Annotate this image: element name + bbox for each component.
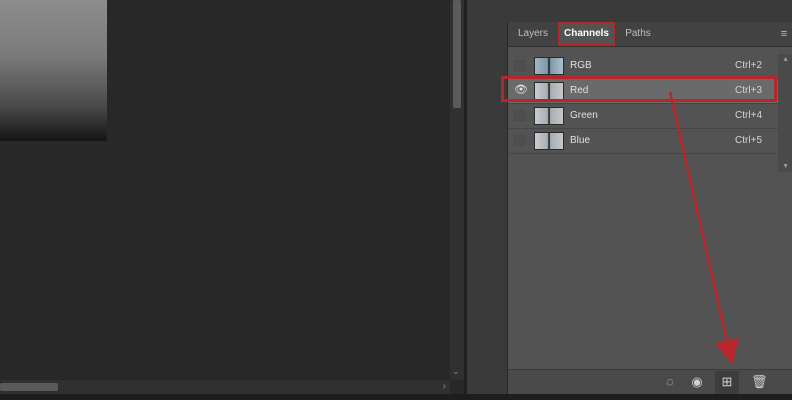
canvas-horizontal-scrollbar[interactable]: › xyxy=(0,380,450,394)
panel-tab-bar: Layers Channels Paths ≡ xyxy=(508,22,792,47)
tab-layers[interactable]: Layers xyxy=(510,22,556,46)
new-channel-button[interactable]: ⊞ xyxy=(715,371,739,394)
panel-dock-strip xyxy=(467,0,507,396)
document-canvas[interactable] xyxy=(0,0,450,380)
channel-shortcut: Ctrl+4 xyxy=(735,110,762,121)
panel-menu-icon[interactable]: ≡ xyxy=(779,28,789,40)
channel-thumbnail xyxy=(534,132,564,150)
scroll-down-icon[interactable]: ▼ xyxy=(782,163,789,170)
load-selection-icon[interactable]: ◌ xyxy=(662,374,678,390)
tab-paths[interactable]: Paths xyxy=(617,22,659,46)
canvas-image xyxy=(0,0,107,141)
channel-name: Blue xyxy=(570,135,591,146)
channel-list: RGB Ctrl+2 👁 Red Ctrl+3 Green Ctrl+4 Blu… xyxy=(501,54,778,154)
delete-channel-icon[interactable]: 🗑 xyxy=(751,374,768,390)
channel-name: Green xyxy=(570,110,598,121)
channel-name: RGB xyxy=(570,60,592,71)
vertical-scroll-thumb[interactable] xyxy=(453,0,461,108)
channel-row-blue[interactable]: Blue Ctrl+5 xyxy=(508,129,778,154)
channels-panel: Layers Channels Paths ≡ RGB Ctrl+2 👁 Red… xyxy=(501,22,792,396)
save-selection-icon[interactable]: ◉ xyxy=(689,374,705,390)
visibility-toggle[interactable] xyxy=(514,110,525,121)
visibility-toggle[interactable] xyxy=(514,60,525,71)
panel-bottom-toolbar: ◌ ◉ ⊞ 🗑 xyxy=(508,369,792,396)
red-channel-highlight xyxy=(501,76,777,102)
visibility-toggle[interactable] xyxy=(514,135,525,146)
channel-thumbnail xyxy=(534,107,564,125)
channel-thumbnail xyxy=(534,57,564,75)
horizontal-scroll-thumb[interactable] xyxy=(0,383,58,391)
panel-header-strip xyxy=(507,0,792,22)
channels-tab-highlight xyxy=(558,22,615,46)
scroll-right-arrow-icon[interactable]: › xyxy=(443,380,446,394)
scroll-up-icon[interactable]: ▲ xyxy=(782,56,789,63)
bottom-status-bar xyxy=(0,394,792,400)
channel-shortcut: Ctrl+5 xyxy=(735,135,762,146)
scroll-down-arrow-icon[interactable]: ⌄ xyxy=(452,366,460,377)
channel-shortcut: Ctrl+2 xyxy=(735,60,762,71)
channel-row-green[interactable]: Green Ctrl+4 xyxy=(508,104,778,129)
panel-scrollbar[interactable]: ▲ ▼ xyxy=(778,54,792,172)
canvas-vertical-scrollbar[interactable]: ⌄ xyxy=(450,0,464,380)
new-channel-icon[interactable]: ⊞ xyxy=(719,374,735,390)
